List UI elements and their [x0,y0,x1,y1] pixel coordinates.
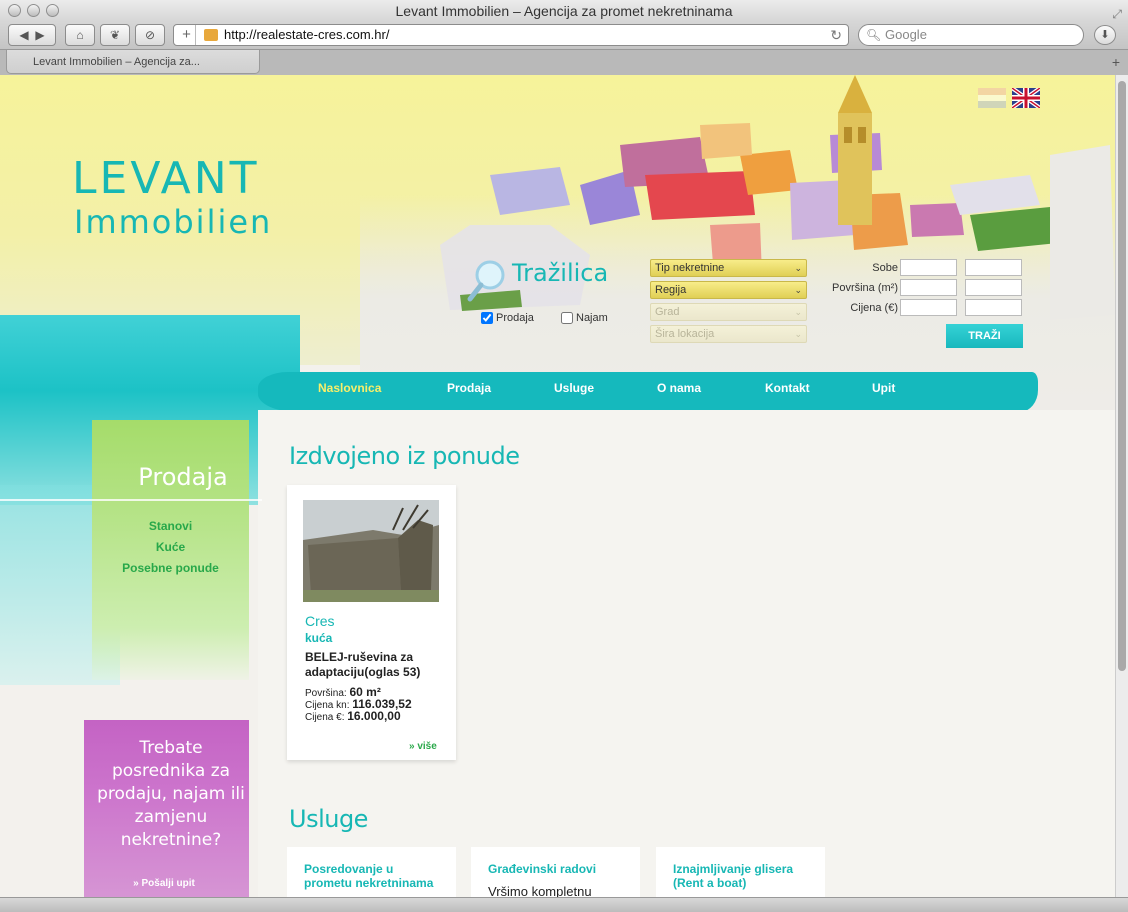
chevron-down-icon: ⌄ [794,263,802,273]
service-text: Vršimo kompletnu [488,884,592,897]
price-eur-value: 16.000,00 [347,709,401,723]
nav-usluge[interactable]: Usluge [554,381,594,395]
sidebar-link-posebne-ponude[interactable]: Posebne ponude [92,561,249,575]
select-property-type[interactable]: Tip nekretnine ⌄ [650,259,807,277]
page-scrollbar[interactable] [1115,75,1128,897]
forward-arrow-icon[interactable]: ▶ [35,28,44,42]
prodaja-checkbox-input[interactable] [481,312,493,324]
service-title[interactable]: Posredovanje u prometu nekretninama [304,862,444,890]
nav-prodaja[interactable]: Prodaja [447,381,491,395]
status-bar [0,897,1128,912]
property-more-link[interactable]: » više [409,741,437,752]
logo-levant[interactable]: LEVANT [72,153,260,204]
home-button[interactable]: ⌂ [65,24,95,46]
sidebar-title: Prodaja [138,463,228,491]
chevron-down-icon: ⌄ [794,329,802,339]
snippet-button[interactable]: ❦ [100,24,130,46]
browser-toolbar: ◀ ▶ ⌂ ❦ ⊘ + http://realestate-cres.com.h… [0,22,1128,49]
nav-kontakt[interactable]: Kontakt [765,381,810,395]
label-area: Površina (m²) [831,282,898,294]
sidebar-link-kuce[interactable]: Kuće [92,540,249,554]
window-title: Levant Immobilien – Agencija za promet n… [395,3,733,19]
select-location-value: Šira lokacija [655,328,715,340]
featured-heading: Izdvojeno iz ponude [289,442,520,470]
label-price: Cijena (€) [850,302,898,314]
select-location: Šira lokacija ⌄ [650,325,807,343]
select-region-value: Regija [655,284,687,296]
service-card[interactable]: Posredovanje u prometu nekretninama [287,847,456,897]
property-card[interactable]: Cres kuća BELEJ-ruševina za adaptaciju(o… [287,485,456,760]
chevron-down-icon: ⌄ [794,285,802,295]
property-price-eur: Cijena €: 16.000,00 [305,709,401,723]
english-flag-icon[interactable] [1012,88,1040,108]
chevron-down-icon: ⌄ [794,307,802,317]
send-inquiry-link[interactable]: » Pošalji upit [84,878,244,889]
checkbox-prodaja[interactable]: Prodaja [481,312,534,324]
scrollbar-thumb[interactable] [1118,81,1126,671]
select-region[interactable]: Regija ⌄ [650,281,807,299]
back-forward-buttons[interactable]: ◀ ▶ [8,24,56,46]
tab-levant[interactable]: Levant Immobilien – Agencija za... [6,50,260,74]
block-icon: ⊘ [144,28,156,42]
home-icon: ⌂ [76,28,84,42]
rooms-min-input[interactable] [900,259,957,276]
area-max-input[interactable] [965,279,1022,296]
browser-search-field[interactable]: 🔍︎ Google [858,24,1084,46]
search-submit-button[interactable]: TRAŽI [946,324,1023,348]
area-min-input[interactable] [900,279,957,296]
leaf-icon: ❦ [109,28,121,42]
service-title[interactable]: Građevinski radovi [488,862,628,876]
add-bookmark-icon[interactable]: + [178,25,196,45]
minimize-window-button[interactable] [27,4,40,17]
service-card[interactable]: Građevinski radovi Vršimo kompletnu [471,847,640,897]
back-arrow-icon[interactable]: ◀ [19,28,28,42]
logo-immobilien[interactable]: Immobilien [74,203,272,241]
prodaja-checkbox-label: Prodaja [496,312,534,324]
property-type: kuća [305,631,333,645]
zoom-window-button[interactable] [46,4,59,17]
property-title[interactable]: BELEJ-ruševina za adaptaciju(oglas 53) [305,650,445,680]
price-min-input[interactable] [900,299,957,316]
croatian-flag-icon[interactable] [978,88,1006,108]
bell-tower-painting [838,75,872,225]
window-titlebar: Levant Immobilien – Agencija za promet n… [0,0,1128,22]
close-window-button[interactable] [8,4,21,17]
nav-o-nama[interactable]: O nama [657,381,701,395]
sidebar-divider [0,499,262,501]
url-text[interactable]: http://realestate-cres.com.hr/ [224,25,389,45]
search-placeholder: Google [885,27,927,42]
select-city: Grad ⌄ [650,303,807,321]
nav-upit[interactable]: Upit [872,381,895,395]
price-max-input[interactable] [965,299,1022,316]
najam-checkbox-input[interactable] [561,312,573,324]
service-card[interactable]: Iznajmljivanje glisera (Rent a boat) [656,847,825,897]
download-icon: ⬇ [1100,29,1110,41]
property-town[interactable]: Cres [305,613,335,629]
label-rooms: Sobe [872,262,898,274]
page-viewport: LEVANT Immobilien Tražilica Prodaja Naja… [0,75,1115,897]
price-eur-label: Cijena €: [305,712,345,723]
najam-checkbox-label: Najam [576,312,608,324]
service-title[interactable]: Iznajmljivanje glisera (Rent a boat) [673,862,813,890]
rooms-max-input[interactable] [965,259,1022,276]
checkbox-najam[interactable]: Najam [561,312,608,324]
block-button[interactable]: ⊘ [135,24,165,46]
new-tab-icon[interactable]: + [1112,50,1120,74]
select-city-value: Grad [655,306,680,318]
reload-icon[interactable]: ↻ [830,25,842,45]
magnifier-icon [467,260,505,302]
sidebar-link-stanovi[interactable]: Stanovi [92,519,249,533]
favicon-icon [204,29,218,41]
address-bar[interactable]: + http://realestate-cres.com.hr/ ↻ [173,24,849,46]
downloads-button[interactable]: ⬇ [1094,25,1116,45]
nav-naslovnica[interactable]: Naslovnica [318,381,381,395]
services-heading: Usluge [289,805,368,833]
property-photo[interactable] [303,500,439,602]
promo-text: Trebate posrednika za prodaju, najam ili… [97,738,245,850]
select-property-type-value: Tip nekretnine [655,262,725,274]
tab-bar: Levant Immobilien – Agencija za... + [0,49,1128,75]
search-widget-title: Tražilica [512,259,609,287]
tab-label: Levant Immobilien – Agencija za... [33,56,200,68]
search-icon: 🔍︎ [866,28,882,42]
